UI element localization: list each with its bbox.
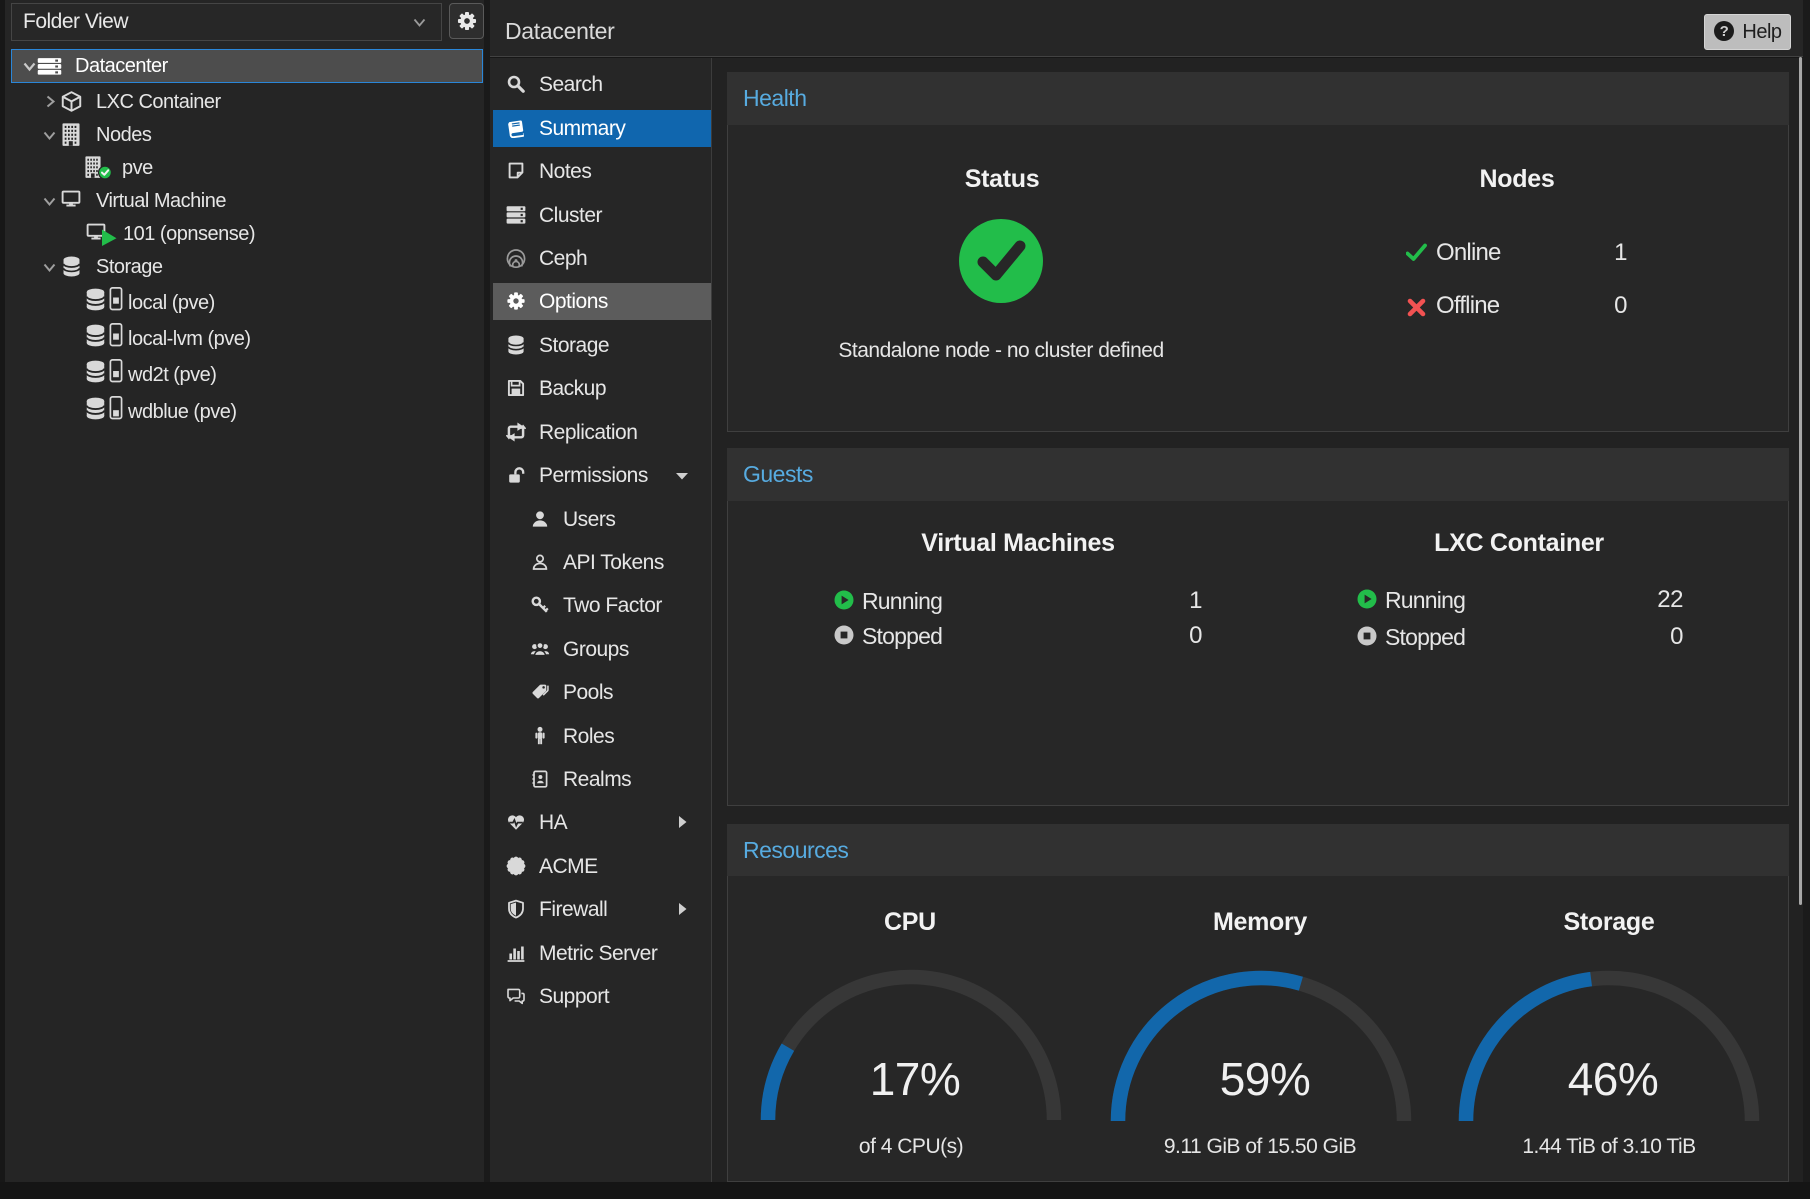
svg-text:?: ? (1720, 23, 1729, 40)
